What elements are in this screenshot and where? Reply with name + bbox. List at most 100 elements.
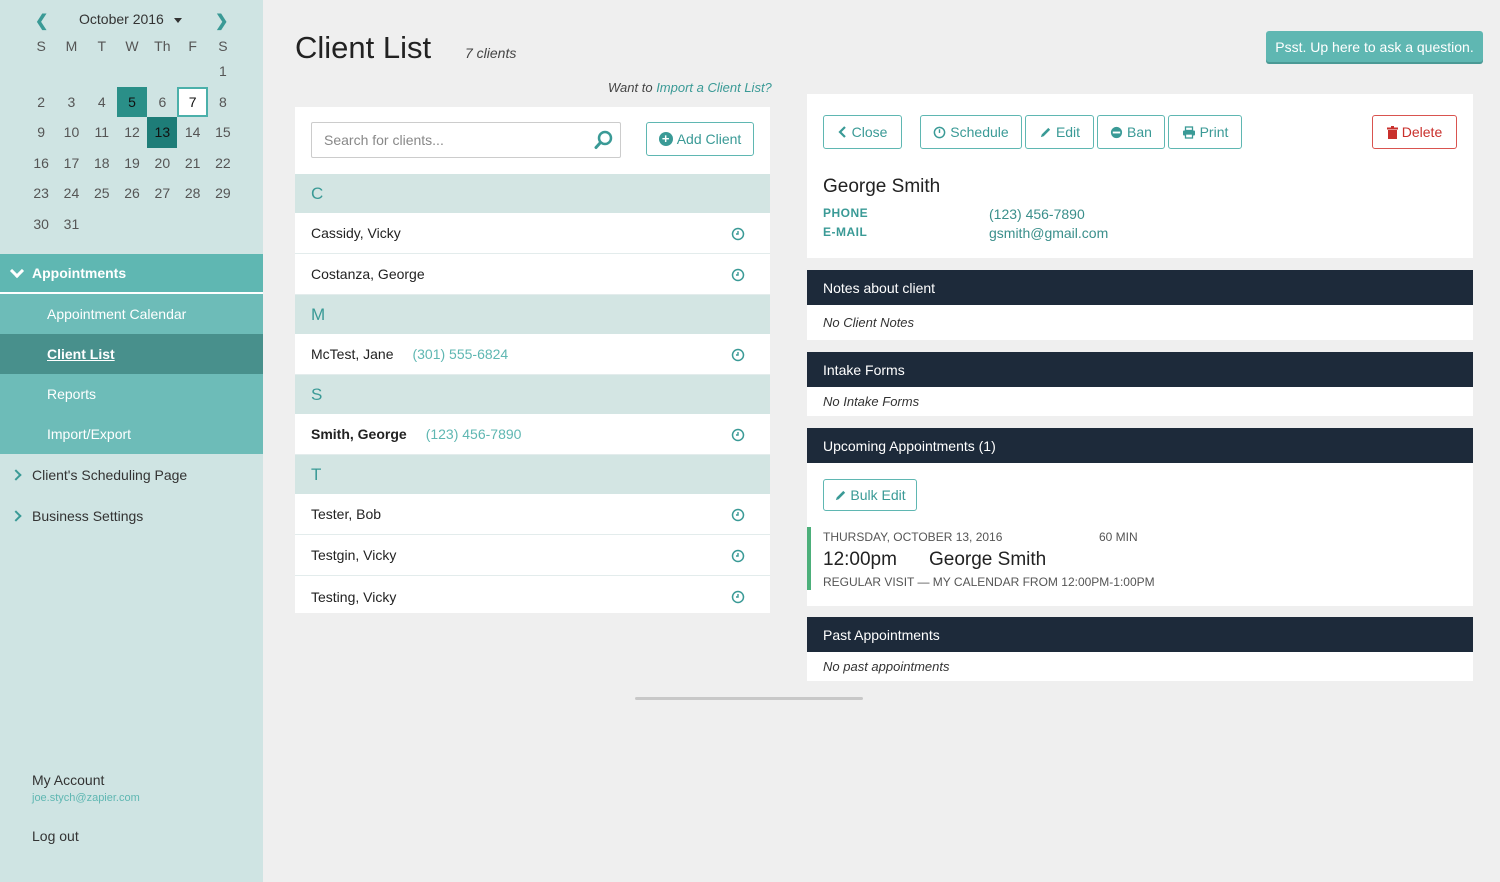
calendar-day[interactable]: 11 bbox=[87, 117, 117, 148]
calendar-day[interactable]: 4 bbox=[87, 87, 117, 118]
clock-icon[interactable] bbox=[731, 508, 745, 522]
clock-icon[interactable] bbox=[731, 428, 745, 442]
calendar-day[interactable]: 9 bbox=[26, 117, 56, 148]
sidebar-item-reports[interactable]: Reports bbox=[0, 374, 263, 414]
client-row[interactable]: Testgin, Vicky bbox=[295, 535, 770, 576]
clock-icon[interactable] bbox=[731, 268, 745, 282]
calendar-day-selected[interactable]: 13 bbox=[147, 117, 178, 148]
client-row[interactable]: Testing, Vicky bbox=[295, 576, 770, 617]
calendar-day[interactable]: 6 bbox=[147, 87, 177, 118]
calendar-day[interactable]: 24 bbox=[56, 178, 86, 209]
my-account[interactable]: My Account joe.stych@zapier.com bbox=[32, 772, 140, 804]
horizontal-scrollbar[interactable] bbox=[635, 697, 863, 700]
sidebar-item-appointments[interactable]: Appointments bbox=[0, 254, 263, 294]
calendar-day[interactable]: 30 bbox=[26, 209, 56, 240]
phone-value[interactable]: (123) 456-7890 bbox=[989, 206, 1085, 222]
client-row[interactable]: Cassidy, Vicky bbox=[295, 213, 770, 254]
sidebar-item-scheduling-page[interactable]: Client's Scheduling Page bbox=[0, 454, 263, 495]
schedule-button[interactable]: Schedule bbox=[920, 115, 1022, 149]
search-icon[interactable] bbox=[594, 130, 614, 150]
calendar-day[interactable]: 22 bbox=[208, 148, 238, 179]
calendar-day[interactable] bbox=[56, 56, 86, 87]
past-appointments-header[interactable]: Past Appointments bbox=[807, 617, 1473, 652]
add-client-label: Add Client bbox=[676, 131, 742, 147]
clock-icon[interactable] bbox=[731, 590, 745, 604]
calendar-day[interactable]: 23 bbox=[26, 178, 56, 209]
appointment-date: THURSDAY, OCTOBER 13, 2016 bbox=[823, 530, 1003, 544]
calendar-day[interactable]: 16 bbox=[26, 148, 56, 179]
appointment-time[interactable]: 12:00pm bbox=[823, 549, 897, 571]
add-client-button[interactable]: + Add Client bbox=[646, 122, 754, 156]
notes-header[interactable]: Notes about client bbox=[807, 270, 1473, 305]
client-row[interactable]: Tester, Bob bbox=[295, 494, 770, 535]
client-row-selected[interactable]: Smith, George (123) 456-7890 bbox=[295, 414, 770, 455]
help-button[interactable]: Psst. Up here to ask a question. bbox=[1266, 31, 1483, 62]
sidebar-item-appointment-calendar[interactable]: Appointment Calendar bbox=[0, 294, 263, 334]
client-detail-panel: Close Schedule Edit Ban Print Delete Geo… bbox=[807, 94, 1473, 258]
search-input[interactable] bbox=[312, 123, 582, 157]
search-box bbox=[311, 122, 621, 158]
chevron-left-icon bbox=[838, 126, 846, 138]
logout-link[interactable]: Log out bbox=[32, 828, 79, 844]
import-hint-prefix: Want to bbox=[608, 80, 657, 95]
calendar-day[interactable]: 20 bbox=[147, 148, 177, 179]
calendar-day[interactable]: 14 bbox=[177, 117, 207, 148]
calendar-day[interactable] bbox=[26, 56, 56, 87]
upcoming-appointments-header[interactable]: Upcoming Appointments (1) bbox=[807, 428, 1473, 463]
bulk-edit-button[interactable]: Bulk Edit bbox=[823, 479, 917, 511]
caret-down-icon[interactable] bbox=[174, 18, 182, 23]
calendar-day[interactable]: 29 bbox=[208, 178, 238, 209]
email-value[interactable]: gsmith@gmail.com bbox=[989, 225, 1108, 241]
chevron-right-icon[interactable]: ❯ bbox=[215, 11, 228, 31]
calendar-day[interactable]: 8 bbox=[208, 87, 238, 118]
sidebar-item-import-export[interactable]: Import/Export bbox=[0, 414, 263, 454]
calendar-day[interactable]: 21 bbox=[177, 148, 207, 179]
calendar-day[interactable] bbox=[87, 209, 117, 240]
clock-icon[interactable] bbox=[731, 549, 745, 563]
sidebar-item-client-list[interactable]: Client List bbox=[0, 334, 263, 374]
calendar-day-today[interactable]: 7 bbox=[177, 86, 208, 117]
sidebar-item-business-settings[interactable]: Business Settings bbox=[0, 495, 263, 536]
calendar-month-label[interactable]: October 2016 bbox=[79, 11, 164, 27]
calendar-day[interactable] bbox=[208, 209, 238, 240]
calendar-day[interactable]: 2 bbox=[26, 87, 56, 118]
ban-label: Ban bbox=[1127, 124, 1152, 140]
client-row[interactable]: Costanza, George bbox=[295, 254, 770, 295]
ban-button[interactable]: Ban bbox=[1097, 115, 1165, 149]
intake-forms-header[interactable]: Intake Forms bbox=[807, 352, 1473, 387]
calendar-day[interactable]: 31 bbox=[56, 209, 86, 240]
calendar-dow: M bbox=[65, 38, 78, 54]
calendar-day[interactable] bbox=[117, 56, 147, 87]
import-client-list-link[interactable]: Import a Client List? bbox=[656, 80, 772, 95]
print-button[interactable]: Print bbox=[1168, 115, 1242, 149]
calendar-day-selected[interactable]: 5 bbox=[116, 86, 148, 117]
close-button[interactable]: Close bbox=[823, 115, 902, 149]
calendar-day[interactable]: 1 bbox=[208, 56, 238, 87]
calendar-day[interactable]: 10 bbox=[56, 117, 86, 148]
calendar-day[interactable]: 27 bbox=[147, 178, 177, 209]
calendar-day[interactable]: 17 bbox=[56, 148, 86, 179]
client-row[interactable]: McTest, Jane (301) 555-6824 bbox=[295, 334, 770, 375]
calendar-day[interactable] bbox=[177, 209, 207, 240]
calendar-day[interactable] bbox=[147, 56, 177, 87]
chevron-left-icon[interactable]: ❮ bbox=[35, 11, 48, 31]
calendar-day[interactable] bbox=[117, 209, 147, 240]
clock-icon[interactable] bbox=[731, 348, 745, 362]
calendar-day[interactable] bbox=[177, 56, 207, 87]
calendar-day[interactable] bbox=[147, 209, 177, 240]
calendar-day[interactable]: 15 bbox=[208, 117, 238, 148]
calendar-day[interactable]: 3 bbox=[56, 87, 86, 118]
calendar-day[interactable]: 26 bbox=[117, 178, 147, 209]
calendar-day[interactable]: 18 bbox=[87, 148, 117, 179]
calendar-day[interactable]: 19 bbox=[117, 148, 147, 179]
clock-icon[interactable] bbox=[731, 227, 745, 241]
edit-button[interactable]: Edit bbox=[1025, 115, 1094, 149]
calendar-day[interactable]: 25 bbox=[87, 178, 117, 209]
delete-button[interactable]: Delete bbox=[1372, 115, 1457, 149]
appointment-client-name[interactable]: George Smith bbox=[929, 549, 1046, 571]
my-account-label[interactable]: My Account bbox=[32, 772, 140, 788]
mini-calendar: S M T W Th F S 1 2 3 4 5 6 7 8 9 10 11 1… bbox=[26, 36, 238, 239]
calendar-day[interactable] bbox=[87, 56, 117, 87]
calendar-day[interactable]: 12 bbox=[117, 117, 147, 148]
calendar-day[interactable]: 28 bbox=[177, 178, 207, 209]
